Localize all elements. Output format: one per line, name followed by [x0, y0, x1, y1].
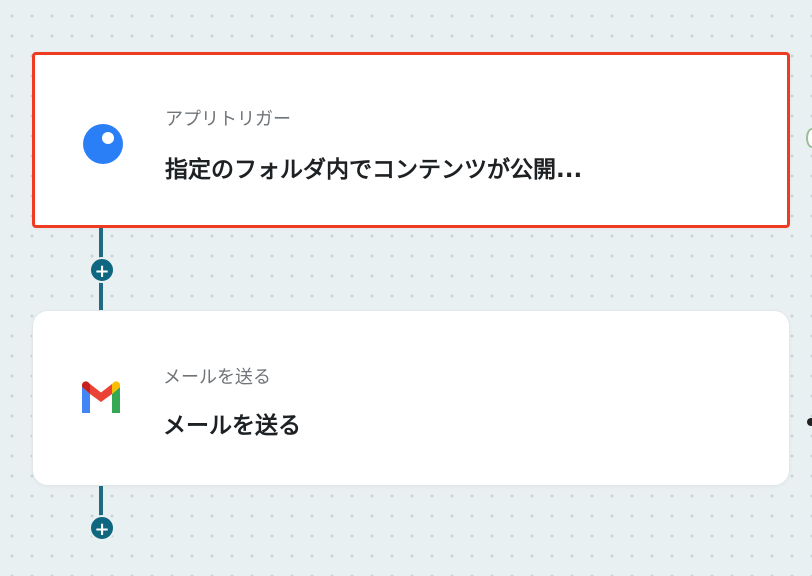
gmail-icon: [79, 379, 123, 423]
step-card-app-trigger[interactable]: アプリトリガー 指定のフォルダ内でコンテンツが公開...: [32, 52, 790, 228]
add-step-button[interactable]: +: [89, 257, 115, 283]
step-title: メールを送る: [163, 413, 301, 439]
step-type-label: アプリトリガー: [165, 109, 291, 130]
app-trigger-icon: [81, 122, 125, 166]
connection-handle[interactable]: [807, 418, 812, 426]
step-type-label: メールを送る: [163, 367, 271, 388]
add-step-button[interactable]: +: [89, 515, 115, 541]
flow-connector: [99, 486, 103, 516]
step-card-send-mail[interactable]: メールを送る メールを送る: [32, 310, 790, 486]
connection-handle[interactable]: [806, 128, 812, 148]
step-title: 指定のフォルダ内でコンテンツが公開...: [165, 157, 583, 183]
